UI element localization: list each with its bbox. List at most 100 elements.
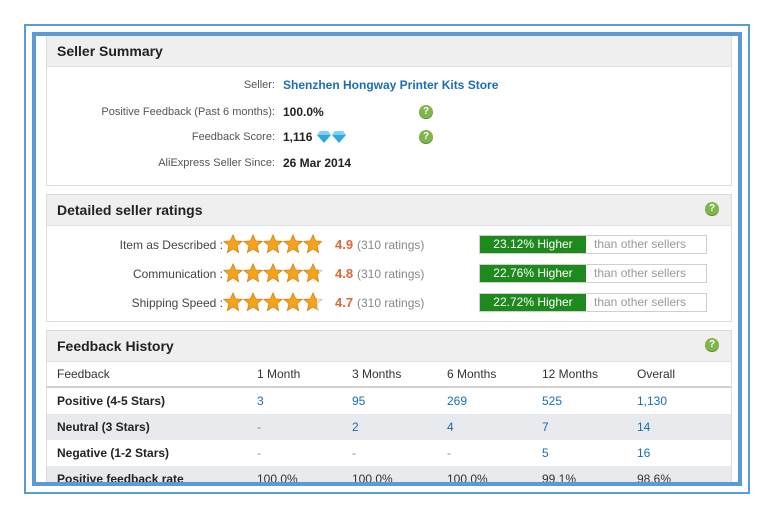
comparison-value: 22.76% Higher [480,265,586,282]
detailed-ratings-title: Detailed seller ratings [57,202,203,218]
table-cell-link[interactable]: 7 [532,414,627,440]
star-icon [243,234,263,254]
rating-score: 4.8 [335,266,354,281]
rating-label: Shipping Speed : [131,296,223,310]
comparison-bar: 22.76% Higher than other sellers [479,264,707,283]
table-cell-link[interactable]: 5 [532,440,627,466]
comparison-text: than other sellers [594,295,687,309]
rating-count: (310 ratings) [357,267,425,281]
star-icon [223,263,243,283]
row-label: Neutral (3 Stars) [47,414,247,440]
rating-row-communication: Communication : 4.8 (310 ratings) 22.76%… [47,262,731,286]
outer-frame: Seller Summary Seller: Shenzhen Hongway … [24,24,750,494]
column-header: Overall [627,361,731,388]
table-cell: 100.0% [437,466,532,482]
comparison-bar: 23.12% Higher than other sellers [479,235,707,254]
table-row: Neutral (3 Stars) - 2 4 7 14 [47,414,731,440]
star-icon [283,234,303,254]
comparison-text: than other sellers [594,237,687,251]
row-label: Negative (1-2 Stars) [57,446,170,460]
table-cell-link[interactable]: 269 [437,387,532,414]
table-cell: - [352,446,356,460]
table-cell-link[interactable]: 2 [342,414,437,440]
table-cell: 98.6% [627,466,731,482]
seller-summary-panel: Seller Summary Seller: Shenzhen Hongway … [46,36,732,186]
table-cell: - [257,446,261,460]
star-icon [263,292,283,312]
column-header: 12 Months [532,361,627,388]
star-rating [223,234,323,256]
help-icon[interactable]: ? [419,105,433,119]
row-label: Positive feedback rate [47,466,247,482]
star-icon [303,263,323,283]
feedback-history-title: Feedback History [57,338,174,354]
rating-count: (310 ratings) [357,296,425,310]
feedback-score-value-wrap: 1,116 [283,130,346,144]
seller-since-value: 26 Mar 2014 [283,156,352,170]
rating-label: Communication : [132,267,223,281]
column-header: 3 Months [342,361,437,388]
table-cell: - [247,414,342,440]
star-icon [223,234,243,254]
table-cell-link[interactable]: 14 [627,414,731,440]
table-row: Negative (1-2 Stars) - - - 5 16 [47,440,731,466]
detailed-ratings-header: Detailed seller ratings ? [47,195,731,226]
seller-since-label: AliExpress Seller Since: [158,157,275,169]
star-icon [223,292,243,312]
column-header: Feedback [47,361,247,388]
table-cell-link[interactable]: 4 [437,414,532,440]
table-cell-link[interactable]: 3 [247,387,342,414]
table-row: Positive feedback rate 100.0% 100.0% 100… [47,466,731,482]
seller-summary-title: Seller Summary [57,43,163,59]
comparison-bar: 22.72% Higher than other sellers [479,293,707,312]
table-row: Positive (4-5 Stars) 3 95 269 525 1,130 [47,387,731,414]
feedback-history-panel: Feedback History ? Feedback 1 Month 3 Mo… [46,330,732,482]
rating-score: 4.9 [335,237,354,252]
detailed-ratings-panel: Detailed seller ratings ? Item as Descri… [46,194,732,322]
rating-score: 4.7 [335,295,354,310]
row-label: Positive (4-5 Stars) [57,394,166,408]
table-cell-link[interactable]: 525 [532,387,627,414]
feedback-score-label: Feedback Score: [191,131,275,143]
column-header: 6 Months [437,361,532,388]
table-cell-link[interactable]: 1,130 [627,387,731,414]
star-icon [243,292,263,312]
star-rating [223,263,323,285]
star-icon [283,263,303,283]
positive-feedback-row: Positive Feedback (Past 6 months): 100.0… [47,103,731,123]
table-cell-link[interactable]: 95 [342,387,437,414]
inner-frame: Seller Summary Seller: Shenzhen Hongway … [32,32,742,486]
star-icon [263,234,283,254]
table-cell: - [447,446,451,460]
table-cell: 100.0% [342,466,437,482]
diamond-icon [316,131,331,143]
seller-since-row: AliExpress Seller Since: 26 Mar 2014 [47,154,731,174]
positive-feedback-label: Positive Feedback (Past 6 months): [101,106,275,118]
comparison-value: 23.12% Higher [480,236,586,253]
table-cell: 100.0% [247,466,342,482]
star-icon [303,292,323,312]
rating-row-shipping-speed: Shipping Speed : 4.7 (310 ratings) 22.72… [47,291,731,315]
store-link[interactable]: Shenzhen Hongway Printer Kits Store [283,78,498,92]
feedback-history-table: Feedback 1 Month 3 Months 6 Months 12 Mo… [47,361,731,482]
table-cell-link[interactable]: 16 [627,440,731,466]
help-icon[interactable]: ? [705,202,719,216]
rating-label: Item as Described : [119,238,223,252]
feedback-history-header: Feedback History ? [47,331,731,362]
seller-summary-header: Seller Summary [47,36,731,67]
comparison-value: 22.72% Higher [480,294,586,311]
help-icon[interactable]: ? [705,338,719,352]
table-cell: 99.1% [532,466,627,482]
positive-feedback-value: 100.0% [283,105,324,119]
column-header: 1 Month [247,361,342,388]
star-icon [243,263,263,283]
diamond-icon [331,131,346,143]
star-icon [283,292,303,312]
help-icon[interactable]: ? [419,130,433,144]
star-icon [303,234,323,254]
feedback-score-row: Feedback Score: 1,116 ? [47,128,731,148]
rating-row-item-described: Item as Described : 4.9 (310 ratings) 23… [47,233,731,257]
seller-label: Seller: [243,79,275,91]
seller-row: Seller: Shenzhen Hongway Printer Kits St… [47,76,731,96]
star-icon [263,263,283,283]
